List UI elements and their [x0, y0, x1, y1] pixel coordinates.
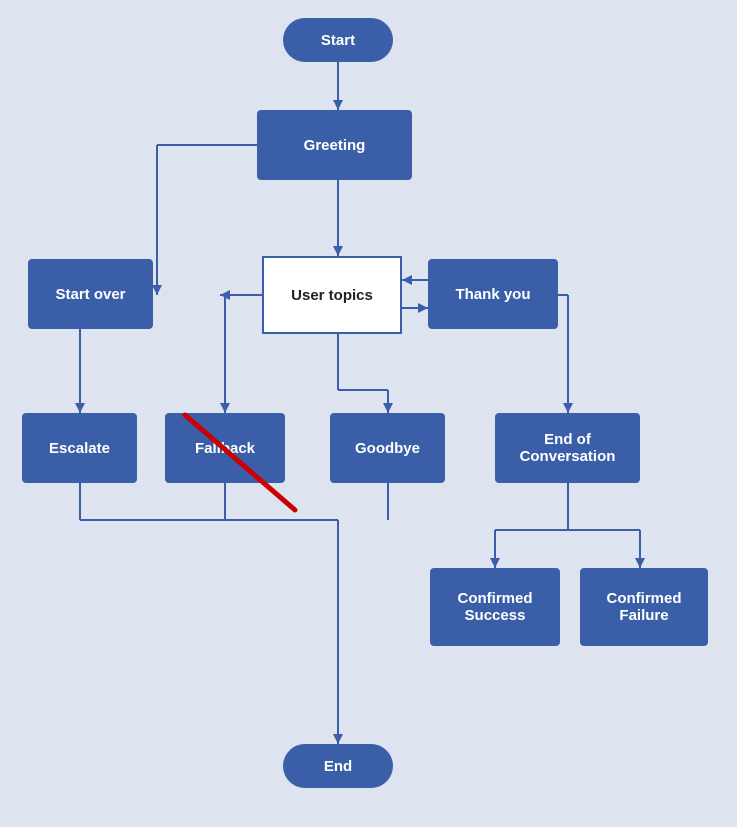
fallback-node: Fallback	[165, 413, 285, 483]
greeting-node: Greeting	[257, 110, 412, 180]
flowchart: Start Greeting User topics Start over Th…	[0, 0, 737, 827]
confirmed-success-node: Confirmed Success	[430, 568, 560, 646]
thank-you-node: Thank you	[428, 259, 558, 329]
end-node: End	[283, 744, 393, 788]
confirmed-failure-node: Confirmed Failure	[580, 568, 708, 646]
user-topics-node: User topics	[262, 256, 402, 334]
goodbye-node: Goodbye	[330, 413, 445, 483]
start-node: Start	[283, 18, 393, 62]
end-of-conversation-node: End of Conversation	[495, 413, 640, 483]
escalate-node: Escalate	[22, 413, 137, 483]
start-over-node: Start over	[28, 259, 153, 329]
